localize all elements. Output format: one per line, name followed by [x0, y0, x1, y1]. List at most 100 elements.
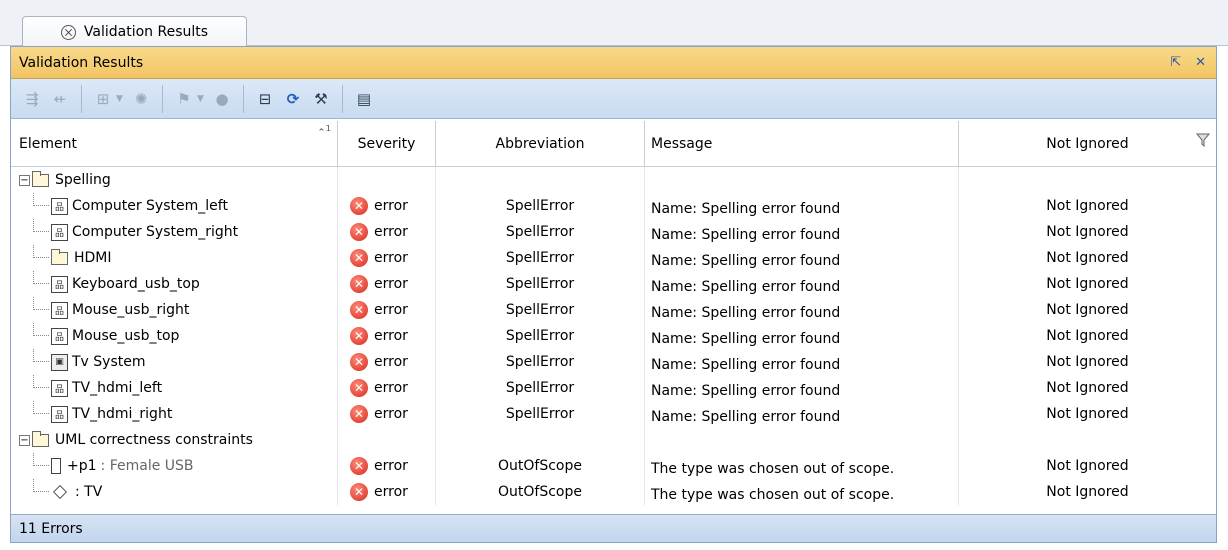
part-icon: [51, 458, 61, 474]
status-text: 11 Errors: [19, 520, 83, 537]
not-ignored-cell: Not Ignored: [1046, 354, 1129, 370]
tools-icon[interactable]: ⚒: [308, 86, 334, 112]
abbreviation-cell: SpellError: [436, 375, 645, 401]
ignore-icon[interactable]: ●: [209, 86, 235, 112]
group-row[interactable]: − Spelling: [11, 167, 1216, 193]
instance-icon: [52, 484, 68, 500]
column-header-element[interactable]: Element ⌃1: [11, 121, 338, 166]
table-row[interactable]: +p1: Female USB ✕ error OutOfScope The type …: [11, 453, 1216, 479]
toolbar-separator: [342, 84, 343, 113]
error-icon: ✕: [350, 483, 368, 501]
column-label: Not Ignored: [1046, 135, 1129, 152]
column-header-severity[interactable]: Severity: [338, 121, 436, 166]
column-header-not-ignored[interactable]: Not Ignored: [959, 121, 1216, 166]
expand-all-icon[interactable]: ⇶: [19, 86, 45, 112]
abbreviation-cell: [436, 167, 645, 193]
abbreviation-cell: SpellError: [436, 349, 645, 375]
show-hierarchy-icon[interactable]: ⊟: [252, 86, 278, 112]
message-cell: [645, 427, 959, 453]
abbreviation-cell: SpellError: [436, 271, 645, 297]
table-row[interactable]: 品 TV_hdmi_right ✕ error SpellError Name: Spel…: [11, 401, 1216, 427]
column-label: Abbreviation: [495, 135, 585, 152]
table-row[interactable]: HDMI ✕ error SpellError Name: Spelling error…: [11, 245, 1216, 271]
severity-cell: ✕ error: [338, 479, 436, 505]
not-ignored-cell: Not Ignored: [1046, 224, 1129, 240]
message-cell: Name: Spelling error found: [645, 323, 959, 349]
chevron-down-icon[interactable]: ▼: [197, 94, 207, 104]
abbreviation-cell: SpellError: [436, 193, 645, 219]
element-cell: 品 Mouse_usb_top: [11, 323, 338, 349]
results-table: Element ⌃1 Severity Abbreviation Message…: [11, 121, 1216, 505]
collapse-all-icon[interactable]: ⇷: [47, 86, 73, 112]
error-icon: ✕: [350, 353, 368, 371]
abbreviation-cell: SpellError: [436, 245, 645, 271]
toolbar-separator: [162, 84, 163, 113]
error-icon: ✕: [350, 457, 368, 475]
block-icon: 品: [51, 197, 68, 215]
not-ignored-cell: Not Ignored: [1046, 250, 1129, 266]
table-row[interactable]: 品 Keyboard_usb_top ✕ error SpellError Name: S…: [11, 271, 1216, 297]
table-row[interactable]: 品 Computer System_left ✕ error SpellError Nam…: [11, 193, 1216, 219]
element-cell: − UML correctness constraints: [11, 427, 338, 453]
error-icon: ✕: [350, 223, 368, 241]
folder-icon: [51, 248, 68, 265]
table-row[interactable]: : TV ✕ error OutOfScope The type was chosen …: [11, 479, 1216, 505]
severity-cell: ✕ error: [338, 401, 436, 427]
collapse-toggle-icon[interactable]: −: [19, 434, 30, 446]
element-name: Keyboard_usb_top: [72, 276, 200, 292]
severity-label: error: [374, 276, 408, 292]
error-icon: ✕: [350, 197, 368, 215]
block-icon: 品: [51, 405, 68, 423]
group-label: UML correctness constraints: [55, 432, 253, 448]
block-icon: 品: [51, 327, 68, 345]
collapse-toggle-icon[interactable]: −: [19, 174, 30, 186]
table-row[interactable]: 品 Mouse_usb_top ✕ error SpellError Name: Spel…: [11, 323, 1216, 349]
filter-icon[interactable]: [1196, 133, 1210, 147]
float-icon[interactable]: ⇱: [1170, 55, 1181, 70]
table-row[interactable]: 品 Mouse_usb_right ✕ error SpellError Name: Sp…: [11, 297, 1216, 323]
block-icon: 品: [51, 223, 68, 241]
close-icon[interactable]: ✕: [1195, 55, 1206, 70]
tree-connector: [33, 453, 49, 466]
select-in-tree-icon[interactable]: ⊞: [90, 86, 116, 112]
folder-icon: [32, 430, 49, 447]
element-cell: 品 TV_hdmi_left: [11, 375, 338, 401]
panel-title: Validation Results: [19, 54, 144, 71]
table-row[interactable]: 品 Computer System_right ✕ error SpellError Na…: [11, 219, 1216, 245]
severity-label: error: [374, 484, 408, 500]
chevron-down-icon[interactable]: ▼: [116, 94, 126, 104]
group-row[interactable]: − UML correctness constraints: [11, 427, 1216, 453]
severity-label: error: [374, 302, 408, 318]
flag-icon[interactable]: ⚑: [171, 86, 197, 112]
column-header-abbreviation[interactable]: Abbreviation: [436, 121, 645, 166]
tab-validation-results[interactable]: Validation Results: [22, 16, 247, 47]
report-icon[interactable]: ▤: [351, 86, 377, 112]
refresh-icon[interactable]: ⟳: [280, 86, 306, 112]
column-label: Element: [19, 135, 77, 152]
element-cell: : TV: [11, 479, 338, 505]
error-icon: ✕: [350, 275, 368, 293]
severity-label: error: [374, 380, 408, 396]
severity-cell: ✕ error: [338, 193, 436, 219]
severity-label: error: [374, 458, 408, 474]
tree-connector: [33, 401, 49, 414]
column-header-message[interactable]: Message: [645, 121, 959, 166]
element-cell: − Spelling: [11, 167, 338, 193]
element-name: Tv System: [72, 354, 146, 370]
element-name: Mouse_usb_right: [72, 302, 190, 318]
tab-label: Validation Results: [83, 24, 209, 40]
abbreviation-cell: SpellError: [436, 297, 645, 323]
element-cell: ▣ Tv System: [11, 349, 338, 375]
table-row[interactable]: ▣ Tv System ✕ error SpellError Name: Spelling…: [11, 349, 1216, 375]
group-label: Spelling: [55, 172, 111, 188]
severity-cell: ✕ error: [338, 271, 436, 297]
tree-connector: [33, 245, 49, 258]
error-icon: ✕: [350, 405, 368, 423]
error-icon: ✕: [350, 301, 368, 319]
element-cell: 品 Computer System_right: [11, 219, 338, 245]
not-ignored-cell: [959, 427, 1216, 453]
solver-icon[interactable]: ✺: [128, 86, 154, 112]
toolbar-separator: [243, 84, 244, 113]
table-row[interactable]: 品 TV_hdmi_left ✕ error SpellError Name: Spell…: [11, 375, 1216, 401]
element-type: : Female USB: [100, 458, 194, 474]
